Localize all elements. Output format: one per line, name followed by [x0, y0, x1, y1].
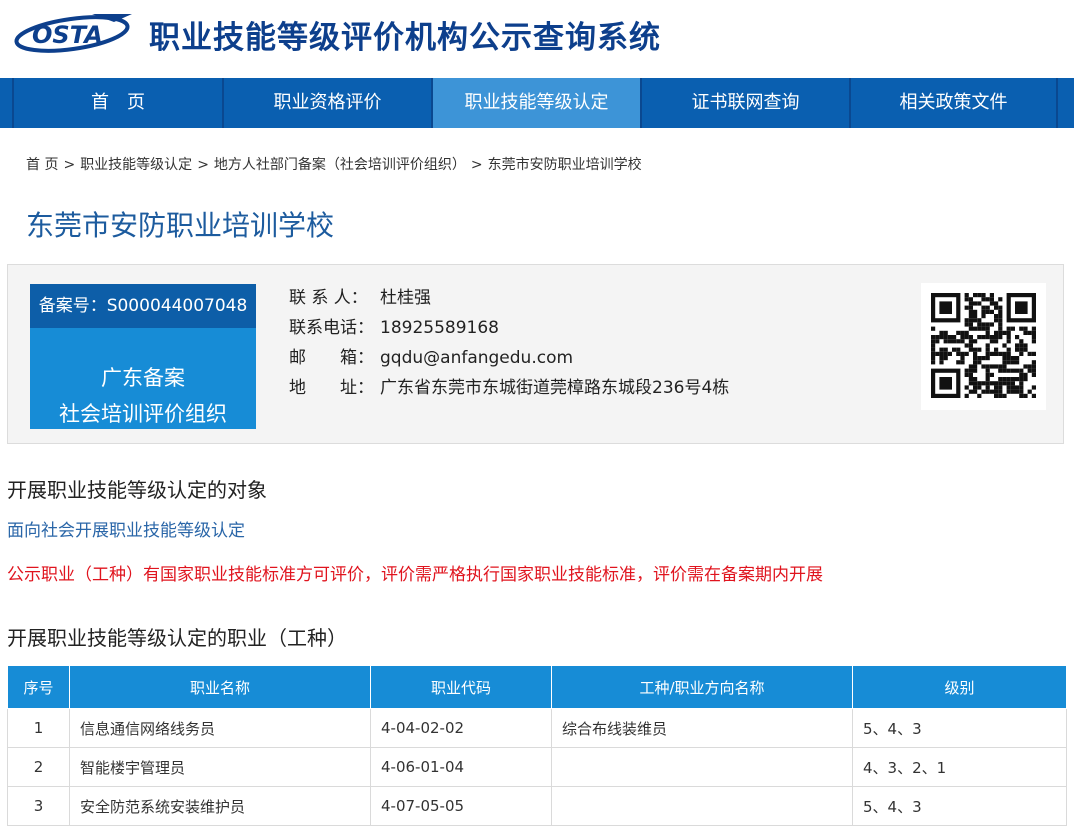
contact-value: 杜桂强: [380, 288, 431, 308]
cell-code: 4-04-02-02: [371, 709, 552, 748]
osta-logo-icon[interactable]: OSTA: [14, 8, 136, 56]
cell-code: 4-06-01-04: [371, 748, 552, 787]
target-description: 面向社会开展职业技能等级认定: [7, 516, 245, 541]
page-title: 东莞市安防职业培训学校: [26, 204, 334, 244]
badge-region: 广东备案: [30, 362, 256, 392]
address-label: 地 址：: [289, 373, 380, 398]
nav-item-policy[interactable]: 相关政策文件: [849, 78, 1056, 128]
address-value: 广东省东莞市东城街道莞樟路东城段236号4栋: [380, 378, 729, 398]
badge-org-type: 社会培训评价组织: [30, 398, 256, 428]
cell-level: 4、3、2、1: [853, 748, 1067, 787]
contact-label: 联 系 人：: [289, 283, 380, 308]
nav-item-home[interactable]: 首 页: [12, 78, 222, 128]
breadcrumb-separator: >: [471, 157, 483, 173]
cell-occupation: 安全防范系统安装维护员: [70, 787, 371, 826]
breadcrumb-current: 东莞市安防职业培训学校: [488, 157, 642, 173]
col-header-code: 职业代码: [371, 666, 552, 709]
cell-occupation: 智能楼宇管理员: [70, 748, 371, 787]
nav-item-qualification[interactable]: 职业资格评价: [222, 78, 431, 128]
breadcrumb-separator: >: [197, 157, 209, 173]
table-header-row: 序号 职业名称 职业代码 工种/职业方向名称 级别: [8, 666, 1067, 709]
nav-end: [1056, 78, 1074, 128]
breadcrumb-separator: >: [63, 157, 75, 173]
cell-level: 5、4、3: [853, 787, 1067, 826]
evaluation-notice: 公示职业（工种）有国家职业技能标准方可评价，评价需严格执行国家职业技能标准，评价…: [7, 560, 823, 585]
contact-row: 联 系 人：杜桂强: [289, 283, 431, 308]
cell-occupation: 信息通信网络线务员: [70, 709, 371, 748]
record-badge: 备案号：S000044007048 广东备案 社会培训评价组织: [30, 284, 256, 429]
phone-value: 18925589168: [380, 318, 499, 338]
cell-code: 4-07-05-05: [371, 787, 552, 826]
col-header-occupation: 职业名称: [70, 666, 371, 709]
main-nav: 首 页 职业资格评价 职业技能等级认定 证书联网查询 相关政策文件: [0, 78, 1074, 128]
cell-no: 2: [8, 748, 70, 787]
email-row: 邮 箱：gqdu@anfangedu.com: [289, 343, 573, 368]
breadcrumb-home[interactable]: 首 页: [26, 157, 58, 173]
email-value: gqdu@anfangedu.com: [380, 348, 573, 368]
header: OSTA 职业技能等级评价机构公示查询系统: [0, 0, 1074, 78]
table-row: 3 安全防范系统安装维护员 4-07-05-05 5、4、3: [8, 787, 1067, 826]
col-header-direction: 工种/职业方向名称: [552, 666, 853, 709]
breadcrumb-local-record[interactable]: 地方人社部门备案（社会培训评价组织）: [214, 157, 466, 173]
breadcrumb-skill-level[interactable]: 职业技能等级认定: [80, 157, 192, 173]
cell-direction: 综合布线装维员: [552, 709, 853, 748]
breadcrumb: 首 页 > 职业技能等级认定 > 地方人社部门备案（社会培训评价组织） > 东莞市安防职业培…: [26, 154, 642, 174]
occupation-section-title: 开展职业技能等级认定的职业（工种）: [7, 622, 347, 651]
org-info-box: 备案号：S000044007048 广东备案 社会培训评价组织 联 系 人：杜桂…: [7, 264, 1064, 444]
qr-code-icon: [931, 293, 1036, 400]
address-row: 地 址：广东省东莞市东城街道莞樟路东城段236号4栋: [289, 373, 729, 398]
cell-no: 3: [8, 787, 70, 826]
site-title: 职业技能等级评价机构公示查询系统: [149, 12, 661, 57]
phone-row: 联系电话：18925589168: [289, 313, 499, 338]
cell-direction: [552, 748, 853, 787]
email-label: 邮 箱：: [289, 343, 380, 368]
qr-code-box: [921, 283, 1046, 410]
cell-no: 1: [8, 709, 70, 748]
cell-direction: [552, 787, 853, 826]
nav-item-skill-level[interactable]: 职业技能等级认定: [431, 78, 640, 128]
svg-text:OSTA: OSTA: [32, 21, 103, 49]
col-header-no: 序号: [8, 666, 70, 709]
table-row: 2 智能楼宇管理员 4-06-01-04 4、3、2、1: [8, 748, 1067, 787]
cell-level: 5、4、3: [853, 709, 1067, 748]
target-section-title: 开展职业技能等级认定的对象: [7, 474, 267, 503]
occupation-table: 序号 职业名称 职业代码 工种/职业方向名称 级别 1 信息通信网络线务员 4-…: [7, 665, 1067, 826]
nav-item-certificate-query[interactable]: 证书联网查询: [640, 78, 849, 128]
phone-label: 联系电话：: [289, 313, 380, 338]
col-header-level: 级别: [853, 666, 1067, 709]
occupation-table-wrap: 序号 职业名称 职业代码 工种/职业方向名称 级别 1 信息通信网络线务员 4-…: [7, 665, 1067, 826]
table-row: 1 信息通信网络线务员 4-04-02-02 综合布线装维员 5、4、3: [8, 709, 1067, 748]
record-number: 备案号：S000044007048: [30, 284, 256, 328]
